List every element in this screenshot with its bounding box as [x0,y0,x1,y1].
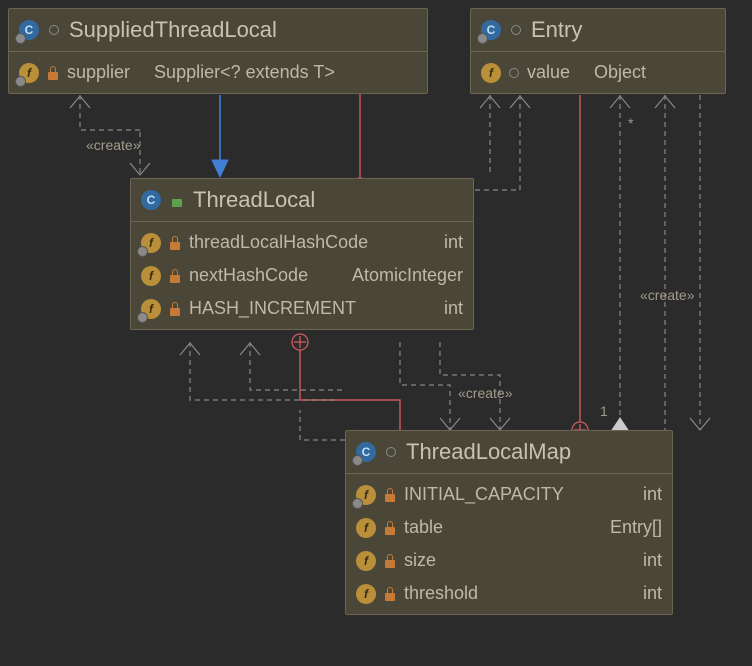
lock-icon [384,521,396,535]
visibility-dot-icon [49,25,59,35]
class-supplied-thread-local[interactable]: SuppliedThreadLocal supplier Supplier<? … [8,8,428,94]
field-name: threadLocalHashCode [189,232,368,253]
lock-icon [384,554,396,568]
class-name: SuppliedThreadLocal [69,17,277,43]
class-thread-local[interactable]: ThreadLocal threadLocalHashCode int next… [130,178,474,330]
one-label: 1 [600,403,608,419]
create-label-2: «create» [640,287,695,303]
field-icon [356,551,376,571]
field-icon [356,584,376,604]
field-type: Object [594,62,646,83]
field-name: threshold [404,583,478,604]
lock-icon [169,236,181,250]
class-header: ThreadLocal [131,179,473,222]
field-icon [141,299,161,319]
field-icon [356,485,376,505]
field-name: nextHashCode [189,265,308,286]
lock-icon [169,302,181,316]
field-row[interactable]: threadLocalHashCode int [131,226,473,259]
field-icon [356,518,376,538]
field-row[interactable]: table Entry[] [346,511,672,544]
field-row[interactable]: INITIAL_CAPACITY int [346,478,672,511]
field-icon [141,233,161,253]
field-type: Entry[] [610,517,662,538]
visibility-dot-icon [511,25,521,35]
field-row[interactable]: size int [346,544,672,577]
field-name: supplier [67,62,130,83]
field-row[interactable]: value Object [471,56,725,89]
field-row[interactable]: threshold int [346,577,672,610]
class-header: SuppliedThreadLocal [9,9,427,52]
field-icon [481,63,501,83]
field-icon [19,63,39,83]
lock-icon [384,587,396,601]
class-name: Entry [531,17,582,43]
field-name: table [404,517,443,538]
field-name: size [404,550,436,571]
field-type: int [643,550,662,571]
field-type: int [444,232,463,253]
class-icon [356,442,376,462]
field-icon [141,266,161,286]
field-name: HASH_INCREMENT [189,298,356,319]
lock-icon [384,488,396,502]
star-label: * [628,115,634,131]
field-row[interactable]: HASH_INCREMENT int [131,292,473,325]
class-icon [481,20,501,40]
class-icon [141,190,161,210]
field-type: int [444,298,463,319]
class-header: Entry [471,9,725,52]
create-label-1: «create» [86,137,141,153]
class-thread-local-map[interactable]: ThreadLocalMap INITIAL_CAPACITY int tabl… [345,430,673,615]
class-header: ThreadLocalMap [346,431,672,474]
field-name: value [527,62,570,83]
field-type: AtomicInteger [352,265,463,286]
field-row[interactable]: supplier Supplier<? extends T> [9,56,427,89]
field-name: INITIAL_CAPACITY [404,484,564,505]
lock-icon [47,66,59,80]
class-icon [19,20,39,40]
field-row[interactable]: nextHashCode AtomicInteger [131,259,473,292]
class-entry[interactable]: Entry value Object [470,8,726,94]
lock-icon [169,269,181,283]
create-label-3: «create» [458,385,513,401]
field-type: Supplier<? extends T> [154,62,335,83]
visibility-dot-icon [386,447,396,457]
class-name: ThreadLocalMap [406,439,571,465]
field-type: int [643,484,662,505]
lock-icon [171,193,183,207]
visibility-dot-icon [509,68,519,78]
class-name: ThreadLocal [193,187,315,213]
field-type: int [643,583,662,604]
